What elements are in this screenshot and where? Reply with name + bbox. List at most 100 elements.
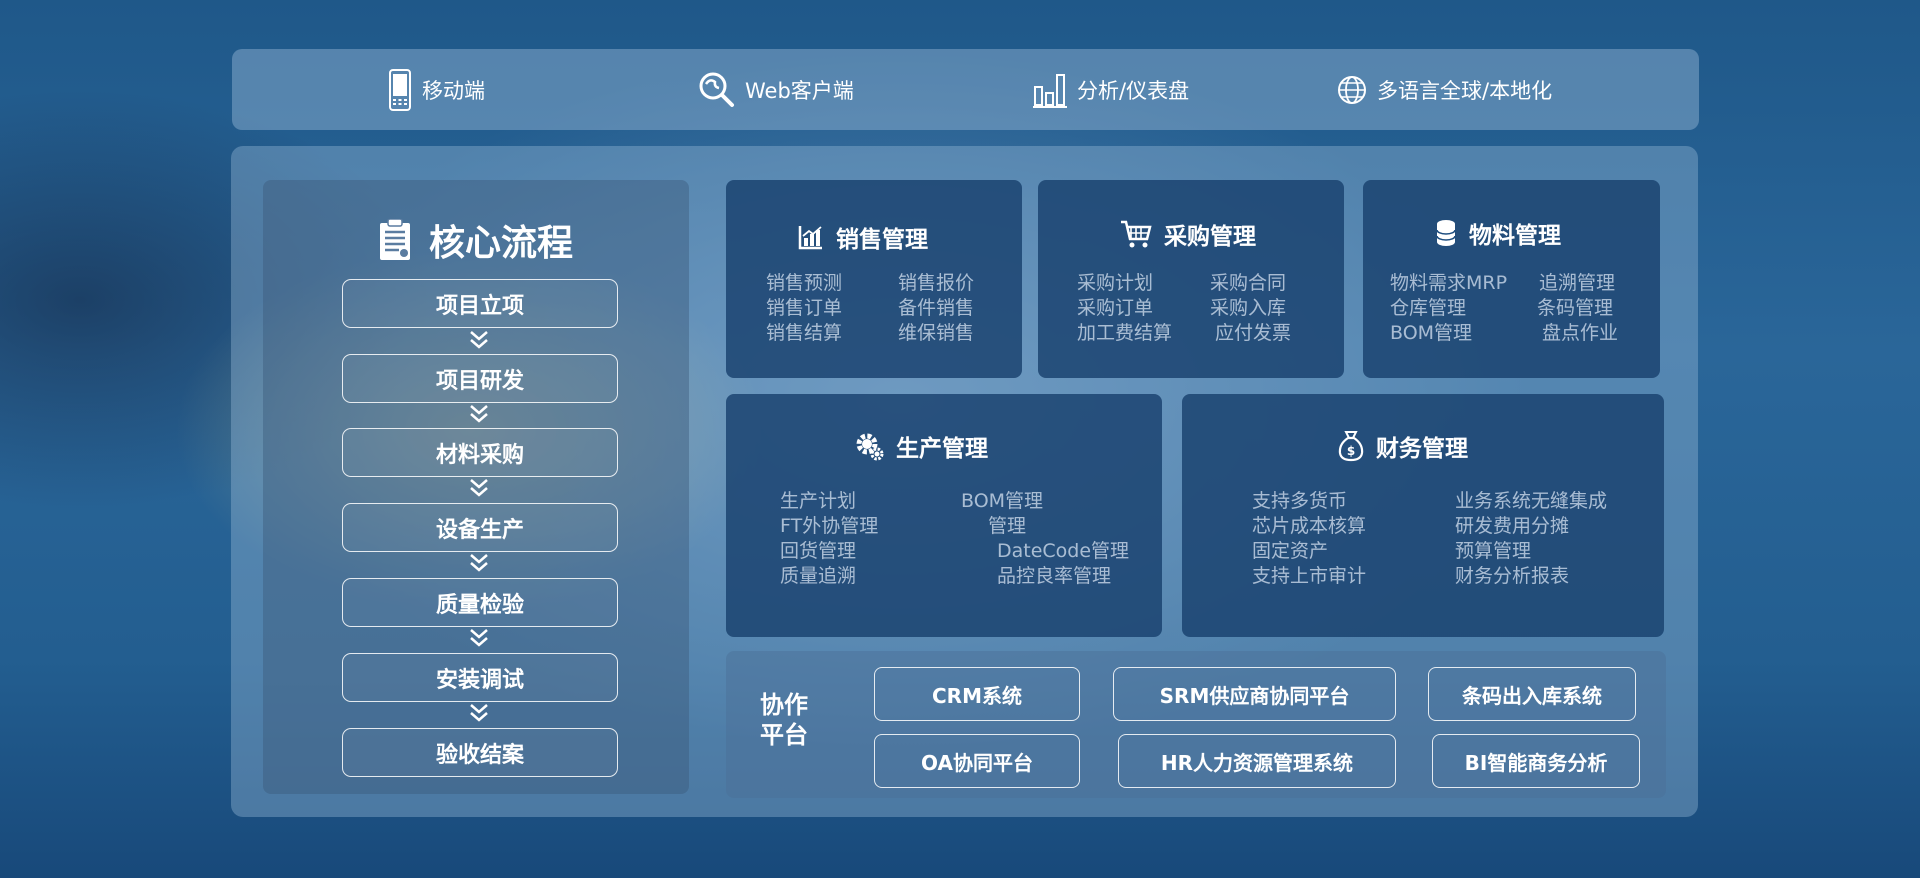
list-item: 销售订单 <box>766 297 843 319</box>
cart-icon <box>1121 220 1152 248</box>
top-item-label: Web客户端 <box>745 78 854 103</box>
module-production[interactable]: 生产管理 生产计划 FT外协管理 回货管理 质量追溯 BOM管理 管理 Date… <box>726 394 1162 637</box>
collab-button-srm[interactable]: SRM供应商协同平台 <box>1113 667 1396 721</box>
collab-platform: 协作平台 CRM系统 SRM供应商协同平台 条码出入库系统 OA协同平台 HR人… <box>726 651 1666 798</box>
module-purchase[interactable]: 采购管理 采购计划 采购订单 加工费结算 采购合同 采购入库 应付发票 <box>1038 180 1344 378</box>
module-title: 物料管理 <box>1435 216 1561 250</box>
list-item: 财务分析报表 <box>1455 565 1570 587</box>
mobile-phone-icon <box>389 68 411 111</box>
collab-label: 协作平台 <box>760 691 808 749</box>
list-item: 质量追溯 <box>780 565 857 587</box>
module-title-text: 物料管理 <box>1469 223 1561 249</box>
list-item: BOM管理 <box>961 490 1044 512</box>
collab-button-label: HR人力资源管理系统 <box>1160 750 1354 775</box>
collab-button-label: BI智能商务分析 <box>1464 750 1608 775</box>
step-label: 项目研发 <box>435 368 524 394</box>
core-process-panel: 核心流程 项目立项 项目研发 材料采购 设备生产 质量检验 安装调试 验收结案 <box>263 180 689 794</box>
money-bag-icon: $ <box>1338 431 1364 462</box>
list-item: 采购计划 <box>1077 272 1154 294</box>
chevron-down-icon <box>470 405 488 423</box>
process-step[interactable]: 设备生产 <box>342 503 618 552</box>
step-label: 验收结案 <box>435 742 524 768</box>
list-item: 物料需求MRP <box>1390 272 1508 294</box>
top-item-label: 移动端 <box>422 78 485 103</box>
chevron-down-icon <box>470 629 488 647</box>
list-item: 生产计划 <box>780 490 857 512</box>
process-step[interactable]: 安装调试 <box>342 653 618 702</box>
collab-button-label: CRM系统 <box>932 683 1022 708</box>
list-item: 支持多货币 <box>1252 490 1348 512</box>
process-step[interactable]: 项目立项 <box>342 279 618 328</box>
list-item: 采购订单 <box>1077 297 1154 319</box>
core-title: 核心流程 <box>263 214 689 266</box>
list-item: 追溯管理 <box>1539 272 1616 294</box>
list-item: 支持上市审计 <box>1252 565 1367 587</box>
module-title-text: 销售管理 <box>836 227 928 253</box>
chevron-down-icon <box>470 331 488 349</box>
top-item-analytics[interactable]: 分析/仪表盘 <box>1033 49 1189 130</box>
module-sales[interactable]: 销售管理 销售预测 销售订单 销售结算 销售报价 备件销售 维保销售 <box>726 180 1022 378</box>
collab-button-crm[interactable]: CRM系统 <box>874 667 1080 721</box>
process-step[interactable]: 项目研发 <box>342 354 618 403</box>
list-item: 销售报价 <box>898 272 975 294</box>
database-icon <box>1436 220 1456 246</box>
list-item: 仓库管理 <box>1390 297 1467 319</box>
core-title-text: 核心流程 <box>428 223 573 264</box>
clipboard-icon <box>379 219 410 260</box>
list-item: DateCode管理 <box>997 540 1130 562</box>
module-title: $ 财务管理 <box>1338 429 1468 463</box>
module-title-text: 财务管理 <box>1376 436 1468 462</box>
collab-button-oa[interactable]: OA协同平台 <box>874 734 1080 788</box>
list-item: 销售结算 <box>766 322 843 344</box>
top-item-mobile[interactable]: 移动端 <box>388 49 485 130</box>
list-item: 备件销售 <box>898 297 975 319</box>
web-client-icon <box>699 72 734 107</box>
step-label: 质量检验 <box>435 592 524 618</box>
step-label: 安装调试 <box>435 667 524 693</box>
list-item: 管理 <box>988 515 1027 537</box>
chevron-down-icon <box>470 704 488 722</box>
list-item: 应付发票 <box>1215 322 1292 344</box>
step-label: 设备生产 <box>435 517 524 543</box>
svg-text:$: $ <box>1347 444 1355 458</box>
collab-button-bi[interactable]: BI智能商务分析 <box>1432 734 1640 788</box>
module-title: 采购管理 <box>1120 217 1256 251</box>
top-item-web[interactable]: Web客户端 <box>697 49 854 130</box>
process-step[interactable]: 验收结案 <box>342 728 618 777</box>
chevron-down-icon <box>470 479 488 497</box>
list-item: 业务系统无缝集成 <box>1455 490 1608 512</box>
list-item: 条码管理 <box>1537 297 1614 319</box>
list-item: 盘点作业 <box>1542 322 1619 344</box>
list-item: BOM管理 <box>1390 322 1473 344</box>
list-item: 采购入库 <box>1210 297 1287 319</box>
list-item: 采购合同 <box>1210 272 1287 294</box>
module-title: 生产管理 <box>854 429 988 463</box>
list-item: 加工费结算 <box>1077 322 1173 344</box>
step-label: 材料采购 <box>435 442 524 468</box>
top-item-i18n[interactable]: 多语言全球/本地化 <box>1337 49 1552 130</box>
module-title-text: 生产管理 <box>896 436 988 462</box>
list-item: 品控良率管理 <box>997 565 1112 587</box>
list-item: 销售预测 <box>766 272 843 294</box>
process-step[interactable]: 质量检验 <box>342 578 618 627</box>
collab-button-label: SRM供应商协同平台 <box>1159 683 1350 708</box>
process-step[interactable]: 材料采购 <box>342 428 618 477</box>
chart-icon <box>798 226 822 250</box>
list-item: 芯片成本核算 <box>1252 515 1367 537</box>
collab-button-label: OA协同平台 <box>921 750 1033 775</box>
list-item: 预算管理 <box>1455 540 1532 562</box>
list-item: 研发费用分摊 <box>1455 515 1570 537</box>
top-bar: 移动端 Web客户端 分析/仪表盘 多语言全球/本地化 <box>232 49 1699 130</box>
module-material[interactable]: 物料管理 物料需求MRP 仓库管理 BOM管理 追溯管理 条码管理 盘点作业 <box>1363 180 1660 378</box>
collab-button-hr[interactable]: HR人力资源管理系统 <box>1118 734 1396 788</box>
gear-icon <box>856 433 884 461</box>
list-item: 固定资产 <box>1252 540 1329 562</box>
globe-icon <box>1338 75 1366 104</box>
chevron-down-icon <box>470 554 488 572</box>
list-item: 维保销售 <box>898 322 975 344</box>
module-finance[interactable]: $ 财务管理 支持多货币 芯片成本核算 固定资产 支持上市审计 业务系统无缝集成… <box>1182 394 1664 637</box>
module-title: 销售管理 <box>798 220 928 254</box>
top-item-label: 多语言全球/本地化 <box>1377 78 1553 103</box>
collab-button-barcode[interactable]: 条码出入库系统 <box>1428 667 1636 721</box>
list-item: FT外协管理 <box>780 515 879 537</box>
